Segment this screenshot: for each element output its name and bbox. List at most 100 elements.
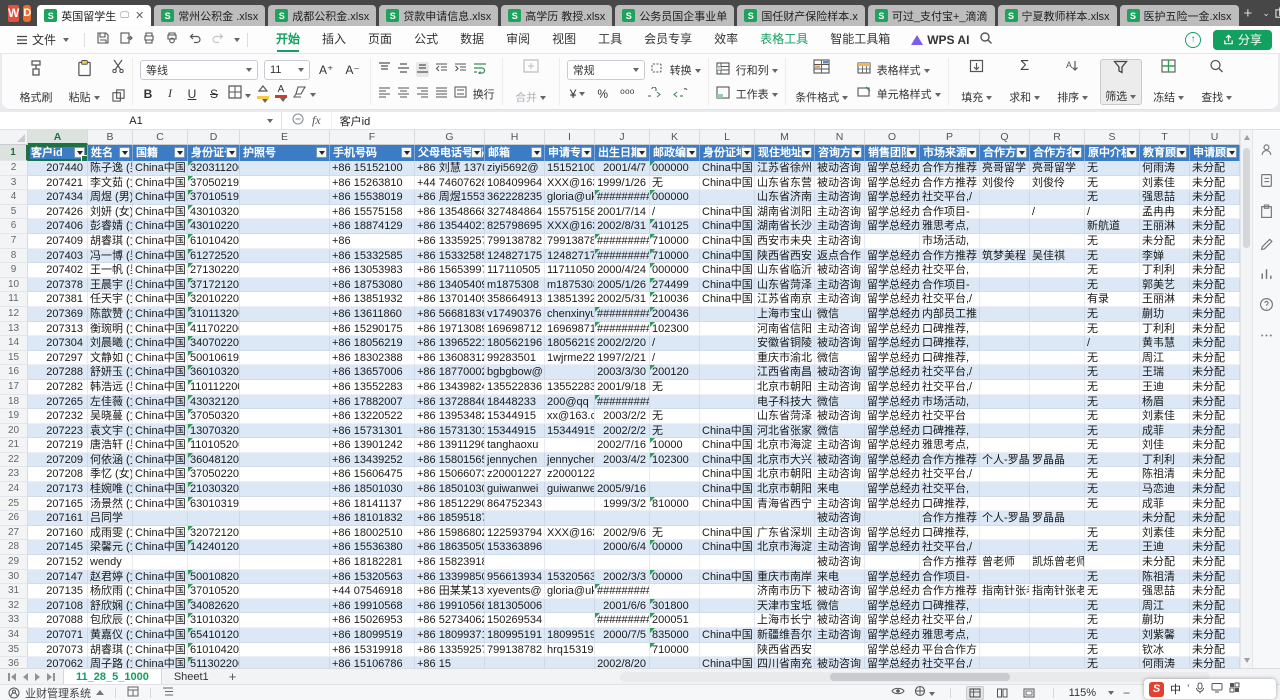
menu-item-表格工具[interactable]: 表格工具 — [749, 26, 819, 53]
cut-icon[interactable] — [111, 59, 125, 76]
cell-T35[interactable]: 钦冰 — [1140, 643, 1190, 658]
cell-I15[interactable]: 1wjrme221 — [545, 351, 595, 366]
align-top-icon[interactable] — [378, 62, 391, 77]
zoom-level[interactable]: 115% — [1069, 687, 1096, 699]
row-number[interactable]: 16 — [0, 365, 28, 380]
cell-H23[interactable]: z20001227 — [485, 467, 545, 482]
cell-F10[interactable]: +86 18753080 — [330, 278, 415, 293]
cell-U13[interactable]: 未分配 — [1190, 322, 1240, 337]
row-number[interactable]: 24 — [0, 482, 28, 497]
system-label[interactable]: 业财管理系统 — [25, 685, 91, 700]
cell-L14[interactable] — [700, 336, 755, 351]
cell-T28[interactable]: 王迪 — [1140, 540, 1190, 555]
cell-C12[interactable]: China中国 — [133, 307, 188, 322]
cell-J34[interactable]: 2000/7/5 — [595, 628, 650, 643]
cell-L28[interactable]: China中国 — [700, 540, 755, 555]
number-format-select[interactable]: 常规 — [567, 60, 645, 80]
cell-Q34[interactable] — [980, 628, 1030, 643]
cell-N8[interactable]: 返点合作 — [815, 249, 865, 264]
cell-M25[interactable]: 青海省西宁 — [755, 497, 815, 512]
cell-S35[interactable]: 无 — [1085, 643, 1140, 658]
cell-A27[interactable]: 207160 — [28, 526, 88, 541]
cell-B13[interactable]: 衡琬明 (女 — [88, 322, 133, 337]
cell-H26[interactable] — [485, 511, 545, 526]
cell-R11[interactable] — [1030, 292, 1085, 307]
cell-B31[interactable]: 杨欣雨 (女 — [88, 584, 133, 599]
cell-G12[interactable]: +86 56681836 — [415, 307, 485, 322]
cell-T15[interactable]: 周江 — [1140, 351, 1190, 366]
cell-K29[interactable] — [650, 555, 700, 570]
cell-T26[interactable]: 未分配 — [1140, 511, 1190, 526]
cell-G26[interactable]: +86 1859518772 — [415, 511, 485, 526]
row-number[interactable]: 18 — [0, 395, 28, 410]
cell-H33[interactable]: 150269534 — [485, 613, 545, 628]
cell-N23[interactable]: 主动咨询 — [815, 467, 865, 482]
cell-Q4[interactable] — [980, 190, 1030, 205]
cell-C15[interactable]: China中国 — [133, 351, 188, 366]
cell-I34[interactable]: 180995191 — [545, 628, 595, 643]
bold-button[interactable]: B — [140, 87, 156, 101]
cell-F9[interactable]: +86 13053983 — [330, 263, 415, 278]
cell-R21[interactable] — [1030, 438, 1085, 453]
cell-C5[interactable]: China中国 — [133, 205, 188, 220]
cell-G32[interactable]: +86 1991056803 — [415, 599, 485, 614]
cell-J16[interactable]: 2003/3/30 — [595, 365, 650, 380]
ime-mic-icon[interactable] — [1195, 682, 1205, 697]
cell-H22[interactable]: jennychen — [485, 453, 545, 468]
cell-D7[interactable]: 610104200212213421 — [188, 234, 240, 249]
cell-O9[interactable]: 留学总经办 — [865, 263, 920, 278]
increase-indent-icon[interactable] — [454, 62, 467, 77]
cell-I28[interactable] — [545, 540, 595, 555]
align-center-icon[interactable] — [397, 86, 410, 101]
cell-T8[interactable]: 李婵 — [1140, 249, 1190, 264]
cell-L24[interactable]: China中国 — [700, 482, 755, 497]
cell-N11[interactable]: 主动咨询 — [815, 292, 865, 307]
first-sheet-icon[interactable] — [8, 673, 16, 681]
cell-M2[interactable]: 江苏省徐州 — [755, 161, 815, 176]
cell-P30[interactable]: 合作项目- — [920, 570, 980, 585]
cell-O13[interactable]: 留学总经办 — [865, 322, 920, 337]
column-header-T[interactable]: T — [1140, 130, 1190, 145]
cell-A34[interactable]: 207071 — [28, 628, 88, 643]
row-number[interactable]: 25 — [0, 497, 28, 512]
cell-K27[interactable]: 无 — [650, 526, 700, 541]
filter-dropdown-icon[interactable] — [226, 147, 237, 158]
cell-C23[interactable]: China中国 — [133, 467, 188, 482]
cell-K25[interactable]: 810000 — [650, 497, 700, 512]
cell-J14[interactable]: 2002/2/20 — [595, 336, 650, 351]
cell-M9[interactable]: 山东省临沂 — [755, 263, 815, 278]
cell-B25[interactable]: 汤景然 (女 — [88, 497, 133, 512]
cell-D31[interactable]: 370105200210270824 — [188, 584, 240, 599]
cell-I36[interactable] — [545, 657, 595, 668]
cell-A5[interactable]: 207426 — [28, 205, 88, 220]
cell-U25[interactable]: 未分配 — [1190, 497, 1240, 512]
cell-E14[interactable] — [240, 336, 330, 351]
cell-T7[interactable]: 未分配 — [1140, 234, 1190, 249]
cell-D33[interactable]: 310103200212255069 — [188, 613, 240, 628]
cell-R10[interactable] — [1030, 278, 1085, 293]
ime-language-toggle[interactable]: 中 — [1170, 681, 1181, 697]
cell-M28[interactable]: 北京市海淀 — [755, 540, 815, 555]
cell-D22[interactable]: 360481200304020026 — [188, 453, 240, 468]
cell-T10[interactable]: 郭美艺 — [1140, 278, 1190, 293]
row-number[interactable]: 26 — [0, 511, 28, 526]
cell-P36[interactable]: 社交平台,/ — [920, 657, 980, 668]
cell-O12[interactable]: 留学总经办 — [865, 307, 920, 322]
cell-N15[interactable]: 微信 — [815, 351, 865, 366]
document-tab[interactable]: S可过_支付宝+_滴滴 — [868, 5, 995, 26]
cell-Q23[interactable] — [980, 467, 1030, 482]
cell-C32[interactable]: China中国 — [133, 599, 188, 614]
cell-R28[interactable] — [1030, 540, 1085, 555]
cell-M21[interactable]: 北京市海淀 — [755, 438, 815, 453]
cell-K20[interactable]: 无 — [650, 424, 700, 439]
convert-icon[interactable] — [651, 62, 664, 77]
cell-B24[interactable]: 桂婉唯 (女 — [88, 482, 133, 497]
cell-N27[interactable]: 主动咨询 — [815, 526, 865, 541]
cell-L32[interactable] — [700, 599, 755, 614]
cell-B22[interactable]: 何依涵 (女 — [88, 453, 133, 468]
cell-G35[interactable]: +86 1335925706 — [415, 643, 485, 658]
cell-A26[interactable]: 207161 — [28, 511, 88, 526]
cell-L8[interactable]: China中国 — [700, 249, 755, 264]
cell-U21[interactable]: 未分配 — [1190, 438, 1240, 453]
cell-G36[interactable]: +86 15 — [415, 657, 485, 668]
